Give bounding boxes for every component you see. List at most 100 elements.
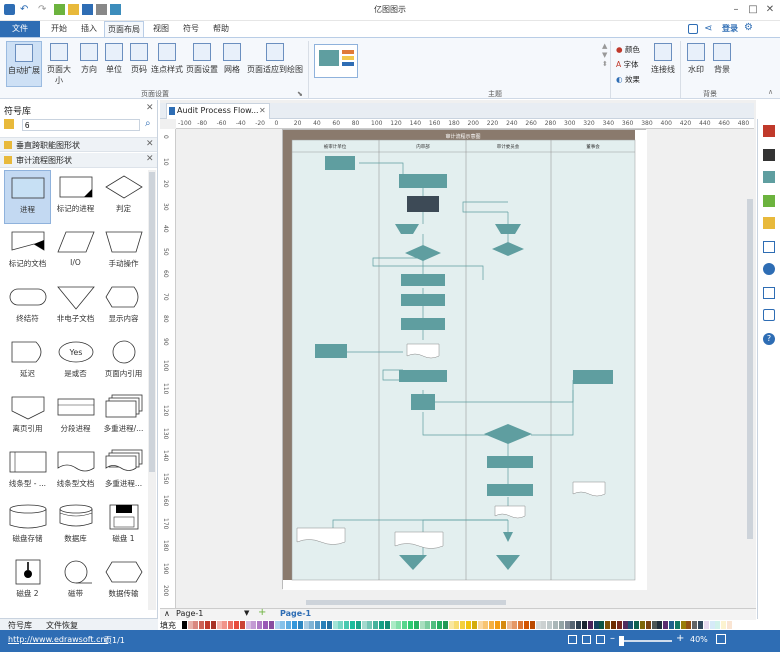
fit-page-button[interactable]: 页面适应到绘图	[246, 41, 304, 87]
zoom-slider-thumb[interactable]	[619, 636, 624, 646]
share-icon[interactable]: ⋖	[704, 23, 712, 34]
color-swatch[interactable]	[216, 621, 222, 629]
color-swatch[interactable]	[483, 621, 489, 629]
color-swatch[interactable]	[715, 621, 721, 629]
page-selector[interactable]: Page-1	[176, 609, 203, 618]
document-tab[interactable]: Audit Process Flow... ✕	[166, 103, 270, 119]
color-option[interactable]: ● 颜色	[616, 44, 650, 55]
page-number-button[interactable]: 页码	[128, 41, 150, 87]
color-swatch[interactable]	[350, 621, 355, 629]
color-swatch[interactable]	[692, 621, 698, 629]
color-swatch[interactable]	[431, 621, 437, 629]
effect-option[interactable]: ◐ 效果	[616, 74, 650, 85]
library-shape[interactable]: 延迟	[4, 335, 51, 389]
color-swatch[interactable]	[547, 621, 553, 629]
save-icon[interactable]	[82, 4, 93, 15]
color-swatch[interactable]	[645, 621, 651, 629]
theme-scroll-icon[interactable]: ▲ ▼ ⬍	[602, 42, 608, 69]
color-swatch[interactable]	[454, 621, 460, 629]
color-swatch[interactable]	[367, 621, 373, 629]
color-swatch[interactable]	[402, 621, 408, 629]
connector-button[interactable]: 连接线	[650, 41, 676, 87]
color-swatch[interactable]	[286, 621, 292, 629]
add-page-icon[interactable]: +	[258, 607, 266, 618]
color-swatch[interactable]	[651, 621, 657, 629]
new-icon[interactable]	[54, 4, 65, 15]
close-panel-icon[interactable]: ✕	[146, 103, 154, 113]
color-swatch[interactable]	[379, 621, 384, 629]
page-list-icon[interactable]: ∧	[164, 609, 170, 618]
color-swatch[interactable]	[425, 621, 431, 629]
library-shape[interactable]: 线条型 - ...	[4, 445, 51, 499]
image-icon[interactable]	[763, 195, 775, 207]
grid-button[interactable]: 网格	[220, 41, 244, 87]
color-swatch[interactable]	[448, 621, 454, 629]
color-swatch[interactable]	[570, 621, 576, 629]
color-swatch[interactable]	[506, 621, 512, 629]
color-swatch[interactable]	[396, 621, 402, 629]
library-shape[interactable]: Yes 是或否	[52, 335, 99, 389]
font-option[interactable]: A 字体	[616, 59, 650, 70]
color-swatch[interactable]	[558, 621, 564, 629]
print-icon[interactable]	[96, 4, 107, 15]
color-swatch[interactable]	[698, 621, 703, 629]
color-swatch[interactable]	[663, 621, 669, 629]
color-swatch[interactable]	[263, 621, 268, 629]
collapse-ribbon-icon[interactable]: ∧	[768, 88, 773, 96]
color-swatch[interactable]	[442, 621, 448, 629]
library-menu-icon[interactable]	[4, 119, 14, 129]
vertical-scrollbar[interactable]	[745, 129, 755, 607]
category-header-2[interactable]: 审计流程图形状 ✕	[0, 153, 157, 168]
maximize-button[interactable]: □	[745, 2, 761, 18]
color-swatch[interactable]	[384, 621, 390, 629]
close-category-icon[interactable]: ✕	[146, 154, 154, 164]
navigator-icon[interactable]	[763, 263, 775, 275]
library-shape[interactable]: 磁带	[52, 555, 99, 609]
color-swatch[interactable]	[390, 621, 396, 629]
color-swatch[interactable]	[210, 621, 216, 629]
jump-style-button[interactable]: 连点样式	[150, 41, 184, 87]
color-swatch[interactable]	[535, 621, 541, 629]
color-swatch[interactable]	[234, 621, 239, 629]
page-size-button[interactable]: 页面大小	[44, 41, 74, 87]
color-swatch[interactable]	[245, 621, 251, 629]
color-swatch[interactable]	[460, 621, 466, 629]
fill-icon[interactable]	[763, 171, 775, 183]
layer-icon[interactable]	[763, 217, 775, 229]
zoom-slider[interactable]	[619, 636, 672, 646]
color-swatch[interactable]	[599, 621, 605, 629]
color-swatch[interactable]	[587, 621, 593, 629]
color-swatch[interactable]	[582, 621, 587, 629]
close-tab-icon[interactable]: ✕	[259, 104, 266, 118]
color-swatch[interactable]	[628, 621, 634, 629]
color-swatch[interactable]	[616, 621, 622, 629]
color-swatch[interactable]	[413, 621, 419, 629]
menu-view[interactable]: 视图	[148, 21, 174, 37]
color-swatch[interactable]	[466, 621, 471, 629]
library-scrollbar[interactable]	[148, 170, 156, 610]
page-setup-button[interactable]: 页面设置	[186, 41, 218, 87]
color-swatch[interactable]	[326, 621, 332, 629]
watermark-button[interactable]: 水印	[684, 41, 708, 87]
color-swatch[interactable]	[669, 621, 674, 629]
close-button[interactable]: ✕	[762, 2, 778, 18]
library-shape[interactable]: 终结符	[4, 280, 51, 334]
vertical-scrollbar-thumb[interactable]	[747, 199, 753, 539]
theme-thumbnail[interactable]	[314, 44, 358, 78]
color-swatch[interactable]	[257, 621, 263, 629]
fullscreen-icon[interactable]	[596, 635, 605, 644]
library-shape[interactable]: 多重进程...	[100, 445, 147, 499]
color-swatch[interactable]	[524, 621, 529, 629]
color-swatch[interactable]	[187, 621, 193, 629]
color-swatch[interactable]	[541, 621, 547, 629]
library-shape[interactable]: 标记的进程	[52, 170, 99, 224]
fit-window-icon[interactable]	[716, 634, 726, 644]
library-shape[interactable]: 标记的文档	[4, 225, 51, 279]
library-shape[interactable]: 手动操作	[100, 225, 147, 279]
color-swatch[interactable]	[373, 621, 379, 629]
color-swatch[interactable]	[280, 621, 286, 629]
color-swatch[interactable]	[292, 621, 297, 629]
color-swatch[interactable]	[408, 621, 413, 629]
export-panel-icon[interactable]	[763, 287, 775, 299]
library-shape[interactable]: 离页引用	[4, 390, 51, 444]
